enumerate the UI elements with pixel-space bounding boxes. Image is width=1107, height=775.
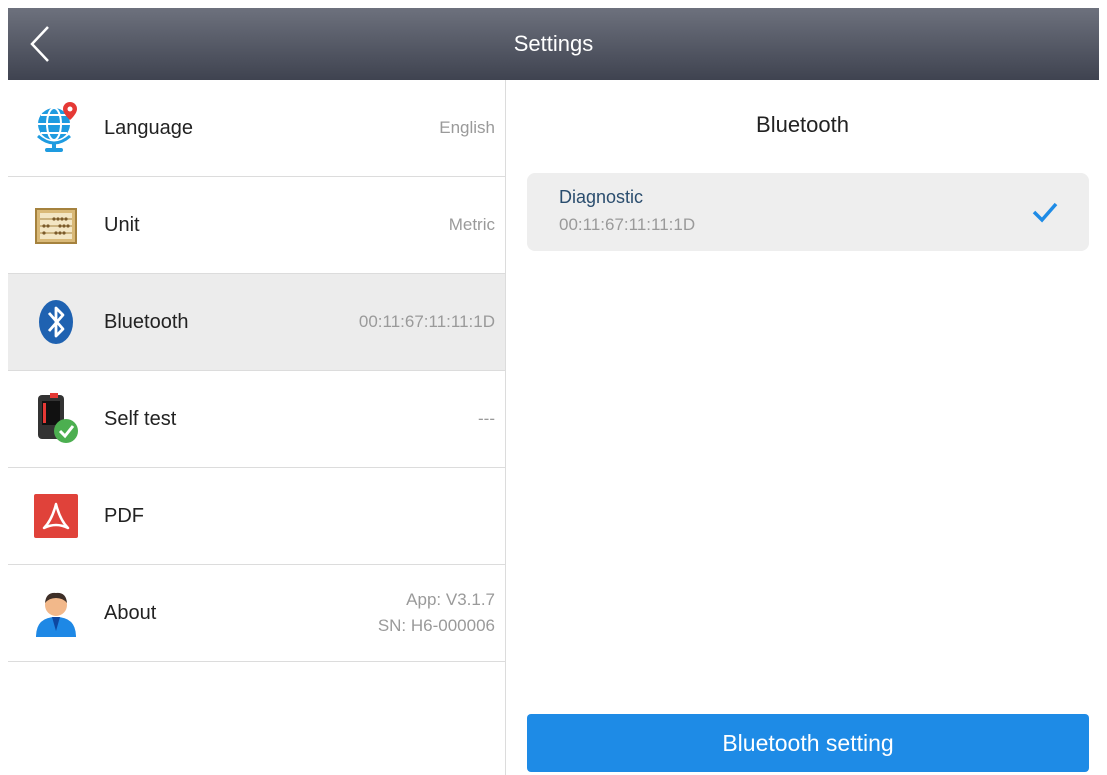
settings-item-value: ---: [478, 409, 495, 428]
settings-item-label: Unit: [104, 214, 140, 236]
settings-list: Language English Unit Metric Bluetooth 0…: [8, 80, 506, 775]
settings-item-language[interactable]: Language English: [8, 80, 505, 177]
settings-item-value: Metric: [448, 215, 495, 234]
settings-item-label: Self test: [104, 408, 177, 430]
panel-title: Bluetooth: [756, 112, 849, 137]
settings-item-self-test[interactable]: Self test ---: [8, 371, 505, 468]
settings-item-label: Language: [104, 117, 193, 139]
device-name: Diagnostic: [559, 187, 644, 207]
settings-item-value: 00:11:67:11:11:1D: [358, 312, 495, 331]
page-title: Settings: [513, 31, 594, 56]
settings-item-label: About: [104, 602, 157, 624]
bluetooth-setting-button[interactable]: Bluetooth setting: [527, 714, 1089, 772]
checkmark-icon: [1032, 202, 1058, 223]
settings-item-value: English: [439, 118, 495, 137]
pdf-icon: [30, 490, 82, 542]
settings-item-pdf[interactable]: PDF: [8, 468, 505, 565]
top-bar: Settings: [8, 8, 1099, 80]
device-address: 00:11:67:11:11:1D: [559, 215, 696, 234]
settings-item-value: App: V3.1.7 SN: H6-000006: [378, 587, 495, 639]
abacus-icon: [30, 199, 82, 251]
app-frame: Settings Language English Unit Metric Bl…: [8, 8, 1099, 775]
app-version: App: V3.1.7: [406, 590, 495, 609]
device-list-item[interactable]: Diagnostic 00:11:67:11:11:1D: [527, 173, 1089, 251]
bluetooth-panel: Bluetooth Diagnostic 00:11:67:11:11:1D B…: [506, 80, 1099, 775]
user-icon: [30, 587, 82, 639]
settings-item-unit[interactable]: Unit Metric: [8, 177, 505, 274]
back-button[interactable]: [26, 24, 54, 64]
settings-item-bluetooth[interactable]: Bluetooth 00:11:67:11:11:1D: [8, 274, 505, 371]
settings-item-about[interactable]: About App: V3.1.7 SN: H6-000006: [8, 565, 505, 662]
chevron-left-icon: [30, 26, 49, 62]
settings-item-label: Bluetooth: [104, 311, 189, 333]
globe-pin-icon: [30, 102, 82, 154]
settings-item-label: PDF: [104, 505, 144, 527]
serial-number: SN: H6-000006: [377, 616, 495, 635]
device-check-icon: [30, 393, 82, 445]
bluetooth-icon: [30, 296, 82, 348]
